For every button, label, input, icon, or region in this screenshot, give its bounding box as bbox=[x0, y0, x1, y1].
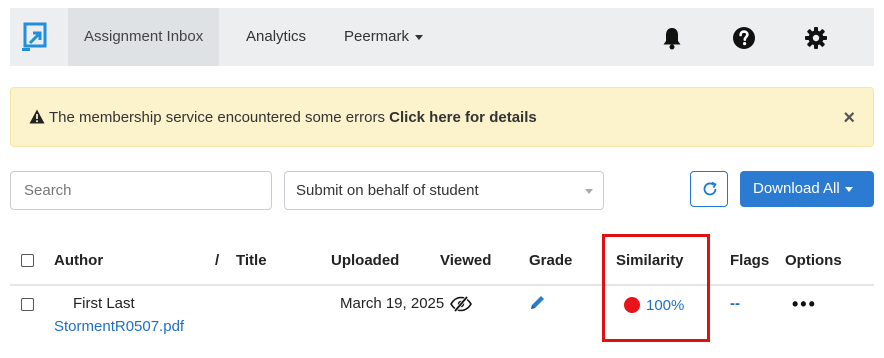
app-logo-icon[interactable] bbox=[22, 22, 48, 52]
uploaded-date: March 19, 2025 bbox=[340, 295, 445, 312]
gear-icon[interactable] bbox=[804, 26, 828, 50]
author-name: First Last bbox=[73, 295, 135, 312]
flags-value[interactable]: -- bbox=[730, 295, 740, 312]
alert-details-link[interactable]: Click here for details bbox=[389, 109, 537, 126]
column-grade[interactable]: Grade bbox=[529, 252, 572, 269]
tab-peermark-label: Peermark bbox=[344, 28, 410, 45]
close-icon[interactable]: × bbox=[843, 108, 855, 128]
submit-on-behalf-select[interactable]: Submit on behalf of student bbox=[284, 171, 604, 210]
column-flags[interactable]: Flags bbox=[730, 252, 769, 269]
alert-text: The membership service encountered some … bbox=[49, 109, 385, 126]
column-title[interactable]: Title bbox=[236, 252, 267, 269]
search-input[interactable] bbox=[10, 171, 272, 210]
options-menu-icon[interactable]: ••• bbox=[792, 294, 817, 315]
refresh-button[interactable] bbox=[690, 171, 728, 207]
warning-icon bbox=[29, 109, 45, 124]
column-viewed[interactable]: Viewed bbox=[440, 252, 491, 269]
alert-banner: The membership service encountered some … bbox=[10, 87, 874, 147]
chevron-down-icon bbox=[585, 189, 593, 194]
chevron-down-icon bbox=[844, 186, 853, 192]
submission-file-link[interactable]: StormentR0507.pdf bbox=[54, 318, 184, 335]
bell-icon[interactable] bbox=[660, 26, 684, 50]
tab-peermark[interactable]: Peermark bbox=[328, 8, 439, 66]
column-author[interactable]: Author bbox=[54, 252, 103, 269]
download-all-button[interactable]: Download All bbox=[740, 171, 874, 207]
download-all-label: Download All bbox=[753, 180, 840, 197]
header-divider bbox=[10, 284, 874, 286]
row-checkbox[interactable] bbox=[21, 298, 34, 311]
alert-message: The membership service encountered some … bbox=[29, 109, 537, 126]
submit-on-behalf-value: Submit on behalf of student bbox=[296, 182, 479, 199]
similarity-highlight-box bbox=[602, 234, 710, 342]
select-all-checkbox[interactable] bbox=[21, 254, 34, 267]
help-icon[interactable] bbox=[732, 26, 756, 50]
not-viewed-icon bbox=[450, 296, 472, 312]
pencil-icon[interactable] bbox=[529, 294, 546, 311]
column-separator: / bbox=[215, 252, 220, 269]
refresh-icon bbox=[703, 181, 717, 196]
tab-assignment-inbox[interactable]: Assignment Inbox bbox=[68, 8, 220, 66]
top-nav: Assignment Inbox Analytics Peermark bbox=[10, 8, 874, 66]
tab-analytics[interactable]: Analytics bbox=[230, 8, 322, 66]
column-uploaded[interactable]: Uploaded bbox=[331, 252, 399, 269]
chevron-down-icon bbox=[415, 34, 424, 40]
column-options: Options bbox=[785, 252, 842, 269]
